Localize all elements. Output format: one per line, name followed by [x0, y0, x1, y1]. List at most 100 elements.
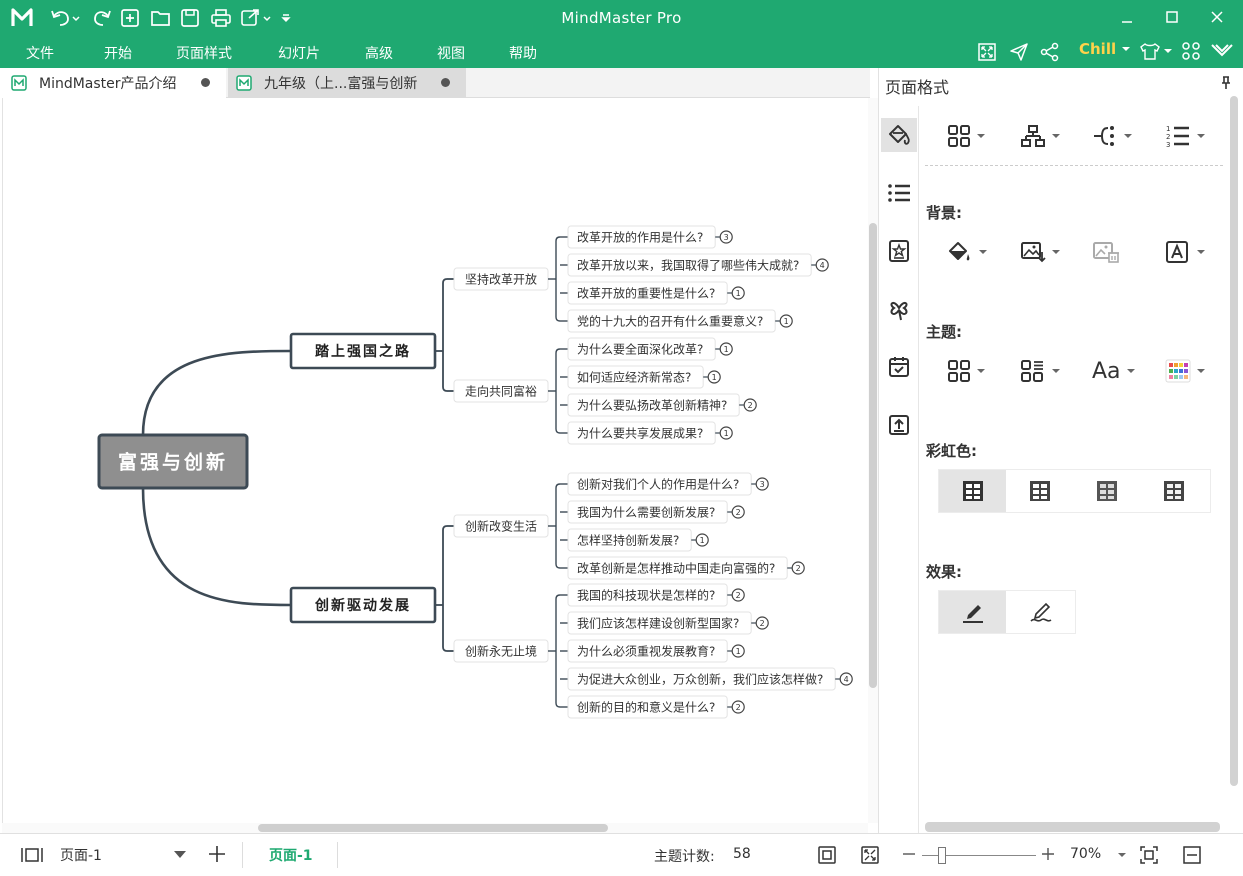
subtopic[interactable]: 走向共同富裕 [453, 379, 549, 403]
divider [925, 165, 1223, 166]
page-panel-toggle-icon[interactable] [20, 846, 44, 868]
send-icon[interactable] [1009, 42, 1029, 66]
leaf-topic[interactable]: 怎样坚持创新发展? 1 [567, 528, 709, 552]
root-topic[interactable]: 富强与创新 [97, 433, 249, 490]
theme-layout-button[interactable] [1020, 355, 1070, 387]
menu-page-style[interactable]: 页面样式 [176, 43, 232, 63]
expand-count-label: 2 [760, 619, 765, 628]
expand-count-label: 1 [724, 345, 729, 354]
close-button[interactable] [1206, 7, 1228, 29]
page-tab-active[interactable]: 页面-1 [269, 845, 313, 865]
scroll-thumb[interactable] [1230, 96, 1238, 786]
numbered-list-icon: 123 [1166, 125, 1189, 149]
subtopic[interactable]: 坚持改革开放 [453, 267, 549, 291]
zoom-in-button[interactable] [1041, 846, 1055, 866]
leaf-topic-label: 为促进大众创业，万众创新，我们应该怎样做? [577, 672, 823, 687]
tab-grade9-wealth-innovation[interactable]: 九年级（上...富强与创新 [228, 68, 466, 98]
canvas-vertical-scrollbar[interactable] [868, 98, 878, 823]
theme-style-button[interactable] [947, 355, 997, 387]
insert-image-icon [1021, 242, 1046, 263]
rainbow-option-3[interactable] [1073, 470, 1140, 512]
panel-vertical-scrollbar[interactable] [1229, 96, 1239, 786]
page-select[interactable]: 页面-1 [60, 842, 192, 868]
apps-icon[interactable] [1181, 41, 1201, 65]
zoom-out-button[interactable] [902, 846, 916, 866]
mindmap-diagram[interactable]: 富强与创新 踏上强国之路 坚持改革开放 改革开放的作用是什么? 3 改革开放以来，我国取得… [3, 98, 869, 823]
leaf-topic-label: 党的十九大的召开有什么重要意义? [577, 314, 763, 329]
tab-mindmaster-intro[interactable]: MindMaster产品介绍 [0, 68, 226, 98]
clipart-icon[interactable] [881, 234, 917, 268]
leaf-topic[interactable]: 改革开放以来，我国取得了哪些伟大成就? 4 [567, 253, 829, 277]
leaf-topic[interactable]: 为什么要弘扬改革创新精神? 2 [567, 393, 757, 417]
leaf-topic[interactable]: 我国为什么需要创新发展? 2 [567, 500, 745, 524]
scroll-thumb[interactable] [258, 824, 608, 832]
zoom-level-select[interactable]: 70% [1070, 846, 1126, 862]
subtopic[interactable]: 创新改变生活 [453, 514, 549, 538]
leaf-topic-label: 创新对我们个人的作用是什么? [577, 477, 739, 492]
leaf-topic[interactable]: 党的十九大的召开有什么重要意义? 1 [567, 309, 793, 333]
task-calendar-icon[interactable] [881, 350, 917, 384]
outline-list-icon[interactable] [881, 176, 917, 210]
canvas-horizontal-scrollbar[interactable] [2, 823, 868, 833]
rainbow-option-1[interactable] [939, 470, 1006, 512]
subtopic[interactable]: 创新永无止境 [453, 639, 549, 663]
leaf-topic[interactable]: 为什么要共享发展成果? 1 [567, 421, 733, 445]
pin-icon[interactable] [1219, 76, 1233, 94]
background-fill-button[interactable] [947, 236, 997, 268]
minimize-button[interactable] [1116, 7, 1138, 29]
fit-width-icon[interactable] [1139, 845, 1159, 869]
clover-icon[interactable] [881, 292, 917, 326]
fullscreen-icon[interactable] [860, 845, 880, 869]
menu-home[interactable]: 开始 [104, 43, 132, 63]
leaf-topic[interactable]: 如何适应经济新常态? 1 [567, 365, 721, 389]
fullscreen-icon[interactable] [977, 42, 997, 66]
leaf-topic[interactable]: 我们应该怎样建设创新型国家? 2 [567, 611, 769, 635]
collapse-ribbon-icon[interactable] [1210, 41, 1234, 65]
leaf-topic[interactable]: 创新的目的和意义是什么? 2 [567, 695, 745, 719]
theme-selector[interactable]: Chill [1079, 40, 1131, 58]
theme-color-button[interactable] [1165, 355, 1215, 387]
page-format-tab-icon[interactable] [881, 118, 917, 152]
leaf-topic[interactable]: 改革创新是怎样推动中国走向富强的? 2 [567, 556, 805, 580]
menu-slideshow[interactable]: 幻灯片 [278, 43, 320, 63]
leaf-topic[interactable]: 为什么要全面深化改革? 1 [567, 337, 733, 361]
leaf-topic[interactable]: 为促进大众创业，万众创新，我们应该怎样做? 4 [567, 667, 853, 691]
expand-count-label: 2 [736, 508, 741, 517]
rainbow-option-2[interactable] [1006, 470, 1073, 512]
leaf-topic[interactable]: 我国的科技现状是怎样的? 2 [567, 583, 745, 607]
add-page-button[interactable] [207, 844, 227, 868]
shirt-icon[interactable] [1139, 41, 1173, 65]
leaf-topic[interactable]: 创新对我们个人的作用是什么? 3 [567, 472, 769, 496]
leaf-topic[interactable]: 改革开放的重要性是什么? 1 [567, 281, 745, 305]
theme-font-button[interactable]: Aa [1092, 355, 1142, 387]
main-topic[interactable]: 创新驱动发展 [289, 586, 437, 624]
export-upload-icon[interactable] [881, 408, 917, 442]
leaf-topic[interactable]: 改革开放的作用是什么? 3 [567, 225, 733, 249]
structure-button[interactable] [1020, 120, 1070, 152]
connector-style-button[interactable] [1092, 120, 1142, 152]
rainbow-option-4[interactable] [1140, 470, 1207, 512]
watermark-button[interactable] [1165, 236, 1215, 268]
zoom-slider-thumb[interactable] [938, 847, 946, 864]
menu-advanced[interactable]: 高级 [365, 43, 393, 63]
layout-style-button[interactable] [947, 120, 997, 152]
fit-page-icon[interactable] [817, 845, 837, 869]
maximize-button[interactable] [1161, 7, 1183, 29]
mindmap-canvas[interactable]: 富强与创新 踏上强国之路 坚持改革开放 改革开放的作用是什么? 3 改革开放以来，我国取得… [2, 98, 868, 823]
theme-grid-icon [948, 360, 970, 382]
background-image-button[interactable] [1020, 236, 1070, 268]
mindmap-file-icon [236, 75, 252, 91]
effect-option-hand-drawn[interactable] [1006, 591, 1075, 633]
share-icon[interactable] [1040, 42, 1060, 66]
numbering-button[interactable]: 123 [1165, 120, 1215, 152]
main-topic[interactable]: 踏上强国之路 [289, 332, 437, 370]
panel-horizontal-scrollbar[interactable] [925, 822, 1220, 832]
scroll-thumb[interactable] [869, 223, 877, 688]
menu-view[interactable]: 视图 [437, 43, 465, 63]
menu-file[interactable]: 文件 [26, 43, 54, 63]
leaf-topic[interactable]: 为什么必须重视发展教育? 1 [567, 639, 745, 663]
remove-background-image-button[interactable] [1092, 236, 1142, 268]
menu-help[interactable]: 帮助 [509, 43, 537, 63]
effect-option-flat[interactable] [939, 591, 1006, 633]
collapse-panel-icon[interactable] [1182, 845, 1202, 869]
